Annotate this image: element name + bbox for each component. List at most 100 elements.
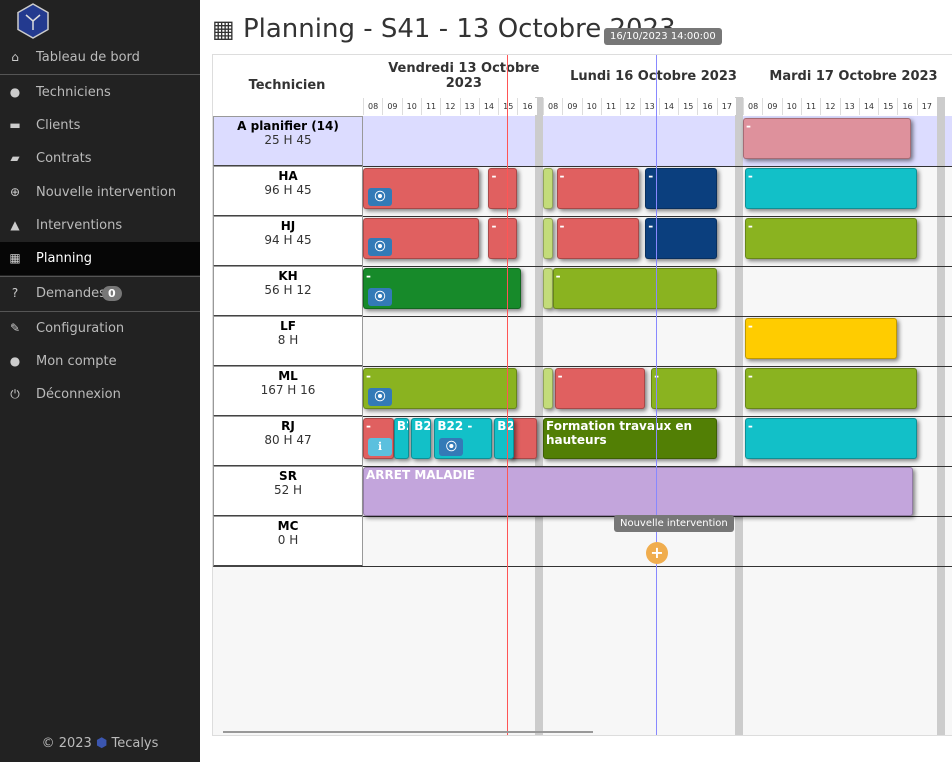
sidebar-item-techniciens[interactable]: ● Techniciens	[0, 76, 200, 109]
folder-open-icon: ▰	[10, 151, 20, 165]
horizontal-scrollbar[interactable]	[223, 731, 593, 733]
copyright: © 2023	[41, 736, 92, 751]
sidebar-item-clients[interactable]: ▬ Clients	[0, 109, 200, 142]
intervention-label: -	[555, 269, 561, 283]
intervention-block[interactable]: -	[744, 168, 917, 209]
play-circle-icon[interactable]: ⦿	[368, 238, 392, 256]
intervention-label: -	[747, 319, 753, 333]
technician-row-header[interactable]: SR 52 H	[213, 466, 363, 517]
sidebar-item-mon-compte[interactable]: ● Mon compte	[0, 345, 200, 378]
intervention-block[interactable]: Formation travaux en hauteurs	[543, 418, 717, 459]
intervention-block[interactable]: -	[744, 418, 917, 459]
hour-cell: 10	[401, 98, 421, 115]
intervention-label: -	[559, 169, 565, 183]
intervention-block[interactable]: ⦿	[363, 168, 479, 209]
hour-cell: 16	[897, 98, 917, 115]
intervention-block[interactable]: B2	[411, 418, 431, 459]
sidebar-item-contrats[interactable]: ▰ Contrats	[0, 142, 200, 175]
technician-hours: 56 H 12	[264, 283, 312, 297]
technician-name: A planifier (14)	[237, 119, 339, 133]
intervention-block[interactable]: -	[552, 268, 717, 309]
current-time-line	[507, 55, 508, 735]
briefcase-icon: ▬	[9, 118, 21, 132]
intervention-label: -	[747, 219, 753, 233]
technician-row-header[interactable]: MC 0 H	[213, 516, 363, 567]
day-header-partial	[945, 98, 952, 115]
demandes-count-badge: 0	[102, 286, 122, 301]
play-circle-icon[interactable]: ⦿	[368, 288, 392, 306]
intervention-block[interactable]: - ⦿	[363, 368, 518, 409]
technician-row-header[interactable]: RJ 80 H 47	[213, 416, 363, 467]
play-circle-icon[interactable]: ⦿	[439, 438, 464, 456]
intervention-block[interactable]: -	[651, 368, 717, 409]
wrench-icon: ✎	[9, 321, 21, 335]
technician-row-header[interactable]: KH 56 H 12	[213, 266, 363, 317]
intervention-block[interactable]	[543, 368, 553, 409]
sidebar-item-interventions[interactable]: ▲ Interventions	[0, 209, 200, 242]
plus-circle-icon: ⊕	[9, 185, 21, 199]
sidebar-item-d-connexion[interactable]: ⏻ Déconnexion	[0, 378, 200, 411]
intervention-block[interactable]: -	[744, 218, 917, 259]
hour-cell: 09	[762, 98, 782, 115]
user-icon: ●	[9, 354, 21, 368]
intervention-block[interactable]: -	[488, 218, 518, 259]
new-intervention-tooltip: Nouvelle intervention	[614, 515, 734, 532]
day-separator	[735, 55, 743, 735]
sidebar-item-configuration[interactable]: ✎ Configuration	[0, 312, 200, 345]
play-circle-icon[interactable]: ⦿	[368, 388, 392, 406]
intervention-block[interactable]: -	[554, 368, 646, 409]
intervention-block[interactable]: -	[488, 168, 518, 209]
hour-cell: 08	[363, 98, 383, 115]
intervention-block[interactable]: B2	[494, 418, 514, 459]
intervention-block[interactable]	[543, 168, 553, 209]
day-header: Mardi 17 Octobre 2023	[743, 55, 952, 97]
intervention-block[interactable]: -ℹ	[363, 418, 394, 459]
technician-row-header[interactable]: A planifier (14) 25 H 45	[213, 116, 363, 167]
hour-cell: 12	[620, 98, 640, 115]
sidebar-item-demandes[interactable]: ? Demandes 0	[0, 277, 200, 310]
intervention-block[interactable]: ⦿	[363, 218, 479, 259]
intervention-block[interactable]: B2	[393, 418, 410, 459]
intervention-block[interactable]: - ⦿	[363, 268, 522, 309]
intervention-label: B2	[497, 419, 514, 433]
sidebar-item-nouvelle-intervention[interactable]: ⊕ Nouvelle intervention	[0, 176, 200, 209]
hour-cell: 14	[858, 98, 879, 115]
technician-hours: 80 H 47	[264, 433, 312, 447]
technician-hours: 0 H	[277, 533, 299, 547]
technician-row-header[interactable]: HJ 94 H 45	[213, 216, 363, 267]
intervention-block[interactable]: -	[743, 118, 911, 159]
intervention-label: B2	[396, 419, 408, 433]
hour-cell: 11	[600, 98, 621, 115]
tecalys-logo[interactable]	[17, 3, 49, 39]
technician-row-header[interactable]: ML 167 H 16	[213, 366, 363, 417]
sidebar-item-label: Configuration	[36, 321, 125, 336]
intervention-block[interactable]: -	[556, 168, 640, 209]
day-separator	[937, 55, 945, 735]
add-intervention-button[interactable]: +	[646, 542, 668, 564]
play-circle-icon[interactable]: ⦿	[368, 188, 392, 206]
intervention-label: -	[366, 369, 371, 383]
brand-name: Tecalys	[111, 736, 159, 751]
info-circle-icon[interactable]: ℹ	[368, 438, 392, 456]
intervention-block[interactable]: -	[744, 318, 898, 359]
technician-name: LF	[280, 319, 296, 333]
tecalys-small-logo-icon: ⬢	[95, 736, 108, 751]
intervention-block[interactable]	[543, 268, 553, 309]
intervention-block[interactable]	[543, 218, 553, 259]
sidebar-item-tableau-de-bord[interactable]: ⌂ Tableau de bord	[0, 41, 200, 74]
intervention-block[interactable]: B22 - ⦿	[434, 418, 493, 459]
intervention-label: -	[366, 269, 371, 283]
intervention-label: -	[366, 419, 371, 433]
intervention-label: -	[559, 219, 565, 233]
technician-name: HA	[278, 169, 298, 183]
technician-hours: 52 H	[273, 483, 303, 497]
technician-row-header[interactable]: HA 96 H 45	[213, 166, 363, 217]
technician-row-header[interactable]: LF 8 H	[213, 316, 363, 367]
sidebar: ⌂ Tableau de bord ● Techniciens ▬ Clients ▰ Con…	[0, 0, 200, 762]
day-separator	[535, 55, 543, 735]
intervention-block[interactable]: -	[556, 218, 640, 259]
intervention-block[interactable]: ARRET MALADIE	[363, 467, 913, 516]
intervention-block[interactable]: -	[744, 368, 917, 409]
divider	[0, 74, 200, 75]
sidebar-item-planning[interactable]: ▦ Planning	[0, 242, 200, 275]
